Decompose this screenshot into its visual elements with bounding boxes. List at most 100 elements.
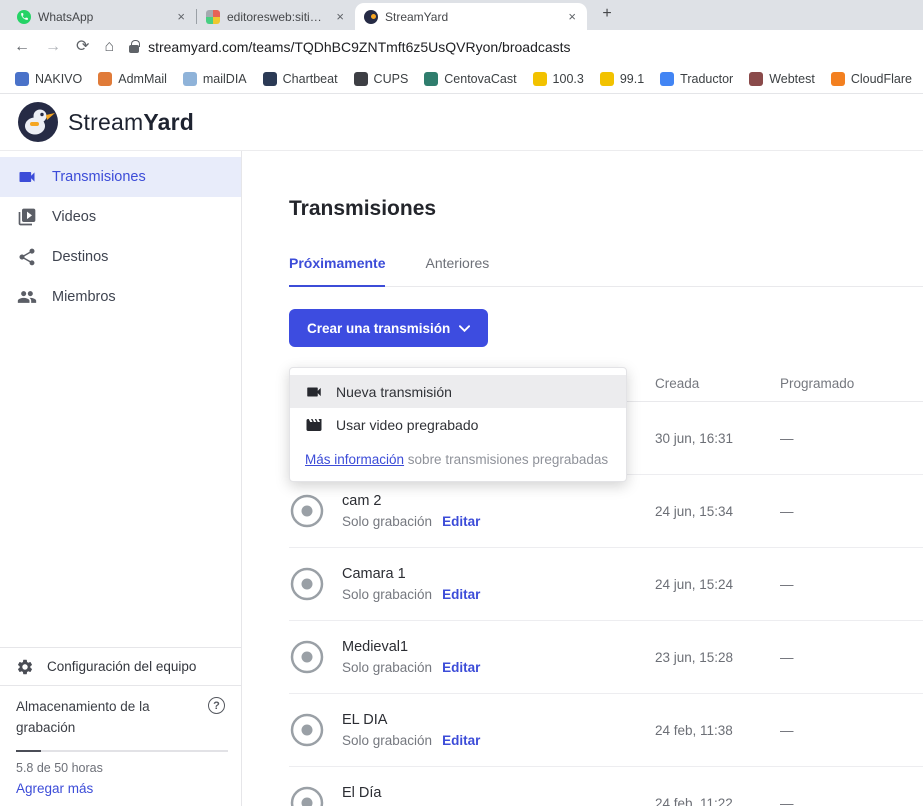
broadcast-subtitle: Solo grabación xyxy=(342,660,432,675)
table-row[interactable]: cam 2 Solo grabaciónEditar 24 jun, 15:34… xyxy=(289,475,923,548)
edit-link[interactable]: Editar xyxy=(442,514,480,529)
bookmark-cloudflare[interactable]: CloudFlare xyxy=(824,69,919,89)
new-tab-button[interactable]: + xyxy=(595,3,619,27)
record-icon xyxy=(289,712,325,748)
mas-informacion-link[interactable]: Más información xyxy=(305,452,404,467)
edit-link[interactable]: Editar xyxy=(442,733,480,748)
bookmark-cups[interactable]: CUPS xyxy=(347,69,416,89)
sidebar-bottom: Configuración del equipo Almacenamiento … xyxy=(0,647,241,806)
broadcast-subtitle: Solo grabación xyxy=(342,733,432,748)
whatsapp-favicon-icon xyxy=(17,10,31,24)
bookmark-favicon-icon xyxy=(749,72,763,86)
home-icon[interactable]: ⌂ xyxy=(104,39,114,55)
bookmark-webtest[interactable]: Webtest xyxy=(742,69,822,89)
videocam-icon xyxy=(17,167,37,187)
tab-close-icon[interactable]: × xyxy=(175,9,187,24)
tab-close-icon[interactable]: × xyxy=(334,9,346,24)
scheduled-date: — xyxy=(780,796,923,806)
bookmark-nakivo[interactable]: NAKIVO xyxy=(8,69,89,89)
sidebar-item-label: Videos xyxy=(52,209,96,225)
created-date: 30 jun, 16:31 xyxy=(655,431,780,446)
share-icon xyxy=(17,247,37,267)
page-title: Transmisiones xyxy=(289,197,923,221)
storage-progress-bar xyxy=(16,750,228,752)
add-more-link[interactable]: Agregar más xyxy=(16,781,225,796)
bookmark-chartbeat[interactable]: Chartbeat xyxy=(256,69,345,89)
back-icon[interactable]: ← xyxy=(14,39,30,55)
menu-item-nueva-transmision[interactable]: Nueva transmisión xyxy=(290,375,626,408)
created-date: 24 feb, 11:38 xyxy=(655,723,780,738)
bookmark-favicon-icon xyxy=(183,72,197,86)
table-row[interactable]: Medieval1 Solo grabaciónEditar 23 jun, 1… xyxy=(289,621,923,694)
bookmark-favicon-icon xyxy=(533,72,547,86)
team-settings-label: Configuración del equipo xyxy=(47,659,196,674)
tab-close-icon[interactable]: × xyxy=(566,9,578,24)
bookmark-favicon-icon xyxy=(263,72,277,86)
bookmark-favicon-icon xyxy=(98,72,112,86)
streamyard-logo[interactable]: StreamYard xyxy=(18,102,194,142)
bookmark-favicon-icon xyxy=(354,72,368,86)
tab-anteriores[interactable]: Anteriores xyxy=(425,255,489,286)
edit-link[interactable]: Editar xyxy=(442,587,480,602)
forward-icon[interactable]: → xyxy=(45,39,61,55)
bookmark-99-1[interactable]: 99.1 xyxy=(593,69,651,89)
bookmark-maildia[interactable]: mailDIA xyxy=(176,69,254,89)
bookmark-label: Traductor xyxy=(680,72,733,86)
chevron-down-icon xyxy=(459,325,470,332)
clapperboard-icon xyxy=(305,416,323,434)
sidebar-item-miembros[interactable]: Miembros xyxy=(0,277,241,317)
created-date: 24 jun, 15:24 xyxy=(655,577,780,592)
record-icon xyxy=(289,493,325,529)
bookmark-100-3[interactable]: 100.3 xyxy=(526,69,591,89)
gear-icon xyxy=(16,658,34,676)
tab-proximamente[interactable]: Próximamente xyxy=(289,255,385,287)
bookmark-traductor[interactable]: Traductor xyxy=(653,69,740,89)
bookmark-admmail[interactable]: AdmMail xyxy=(91,69,174,89)
table-row[interactable]: El Día Solo grabaciónEditar 24 feb, 11:2… xyxy=(289,767,923,806)
bookmark-label: CentovaCast xyxy=(444,72,516,86)
menu-item-label: Nueva transmisión xyxy=(336,384,452,400)
bookmark-favicon-icon xyxy=(600,72,614,86)
tab-title: StreamYard xyxy=(385,10,559,24)
bookmark-label: Webtest xyxy=(769,72,815,86)
bookmark-favicon-icon xyxy=(424,72,438,86)
address-bar: ← → ⟳ ⌂ streamyard.com/teams/TQDhBC9ZNTm… xyxy=(0,30,923,64)
column-header-created: Creada xyxy=(655,376,780,391)
bookmark-centovacast[interactable]: CentovaCast xyxy=(417,69,523,89)
bookmark-label: mailDIA xyxy=(203,72,247,86)
bookmark-label: 99.1 xyxy=(620,72,644,86)
broadcast-name: Medieval1 xyxy=(342,639,480,655)
browser-tab-strip: WhatsApp × editoresweb:sitioweb:eldia.co… xyxy=(0,0,923,30)
sidebar-item-transmisiones[interactable]: Transmisiones xyxy=(0,157,241,197)
browser-tab-whatsapp[interactable]: WhatsApp × xyxy=(8,3,196,30)
create-broadcast-label: Crear una transmisión xyxy=(307,321,450,336)
team-settings-button[interactable]: Configuración del equipo xyxy=(0,647,241,685)
sidebar-item-label: Destinos xyxy=(52,249,108,265)
menu-item-video-pregrabado[interactable]: Usar video pregrabado xyxy=(290,408,626,441)
streamyard-favicon-icon xyxy=(364,10,378,24)
bookmark-label: CloudFlare xyxy=(851,72,912,86)
sidebar-item-destinos[interactable]: Destinos xyxy=(0,237,241,277)
reload-icon[interactable]: ⟳ xyxy=(76,39,89,55)
table-row[interactable]: Camara 1 Solo grabaciónEditar 24 jun, 15… xyxy=(289,548,923,621)
broadcast-tabs: Próximamente Anteriores xyxy=(289,255,923,287)
broadcast-name: cam 2 xyxy=(342,493,480,509)
broadcast-subtitle: Solo grabación xyxy=(342,514,432,529)
create-broadcast-button[interactable]: Crear una transmisión xyxy=(289,309,488,347)
edit-link[interactable]: Editar xyxy=(442,660,480,675)
bookmark-label: CUPS xyxy=(374,72,409,86)
url-field[interactable]: streamyard.com/teams/TQDhBC9ZNTmft6z5UsQ… xyxy=(129,39,909,55)
padlock-icon xyxy=(129,45,139,53)
url-text: streamyard.com/teams/TQDhBC9ZNTmft6z5UsQ… xyxy=(148,39,570,55)
help-icon[interactable]: ? xyxy=(208,697,225,714)
site-favicon-icon xyxy=(206,10,220,24)
browser-tab-streamyard[interactable]: StreamYard × xyxy=(355,3,587,30)
sidebar-item-videos[interactable]: Videos xyxy=(0,197,241,237)
bookmark-label: AdmMail xyxy=(118,72,167,86)
main-content: Transmisiones Próximamente Anteriores Cr… xyxy=(242,151,923,806)
browser-tab-eldia[interactable]: editoresweb:sitioweb:eldia.co × xyxy=(197,3,355,30)
bookmark-favicon-icon xyxy=(831,72,845,86)
broadcast-name: EL DIA xyxy=(342,712,480,728)
table-row[interactable]: EL DIA Solo grabación Editar 24 feb, 11:3… xyxy=(289,694,923,767)
column-header-scheduled: Programado xyxy=(780,376,923,391)
